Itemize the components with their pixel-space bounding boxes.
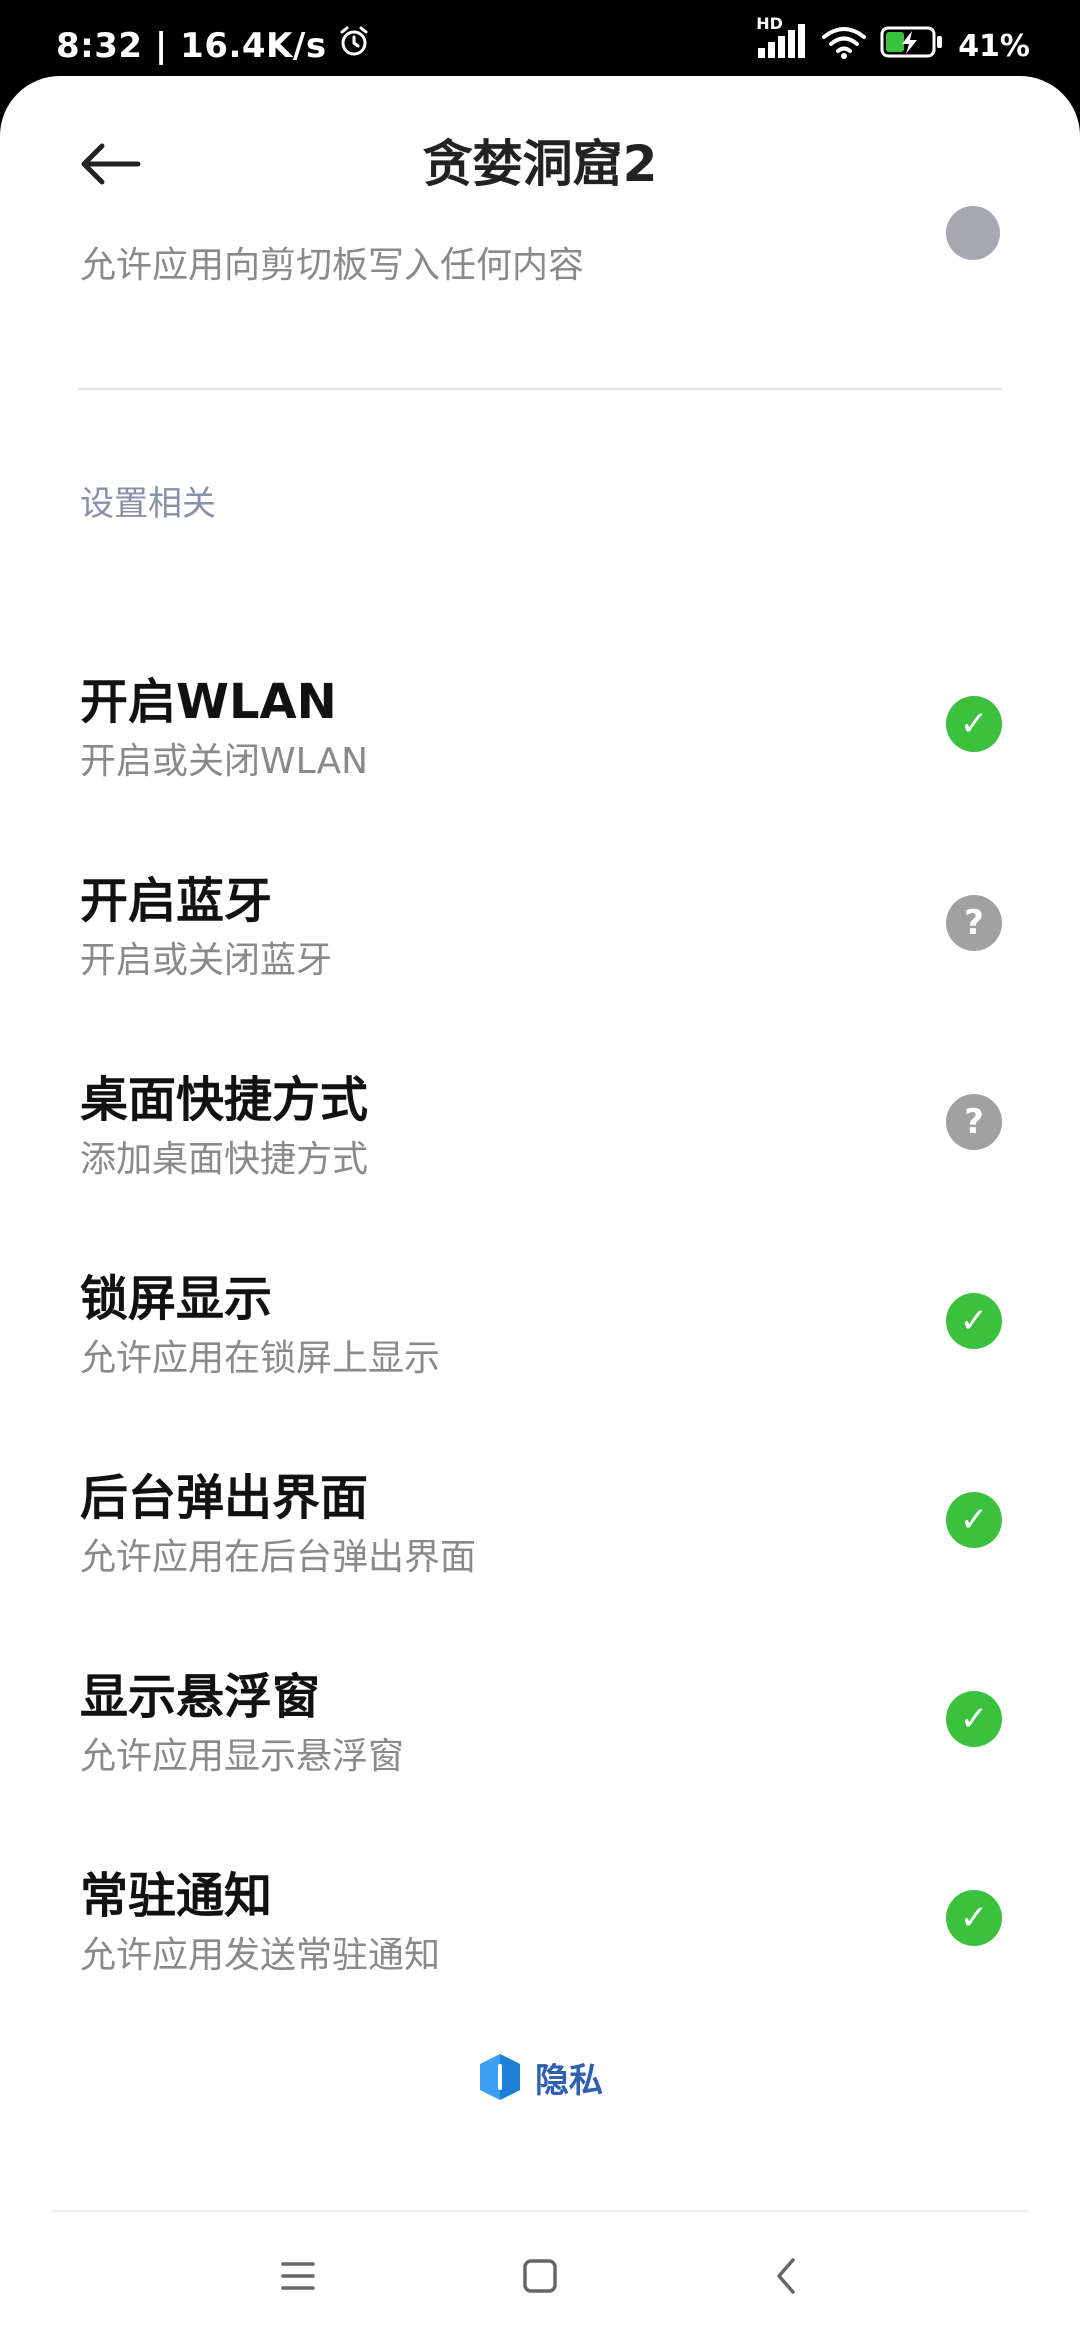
permission-item-shortcut[interactable]: 桌面快捷方式 添加桌面快捷方式 ? [0, 984, 1080, 1183]
check-circle-icon[interactable]: ✓ [946, 1492, 1002, 1548]
menu-icon [281, 2262, 315, 2290]
permission-subtitle: 允许应用发送常驻通知 [80, 1935, 441, 1976]
permission-title: 开启蓝牙 [80, 873, 273, 929]
partial-item-subtitle: 允许应用向剪切板写入任何内容 [80, 245, 585, 286]
privacy-brand: 隐私 [0, 2052, 1080, 2102]
nav-menu-button[interactable] [268, 2246, 328, 2306]
permission-subtitle: 允许应用在后台弹出界面 [80, 1537, 477, 1578]
navigation-bar [0, 2212, 1080, 2340]
page-title: 贪婪洞窟2 [422, 135, 658, 193]
status-icon-partial [946, 206, 1000, 260]
permission-title: 常驻通知 [80, 1868, 273, 1924]
battery-percent: 41% [958, 28, 1030, 64]
wifi-icon [822, 25, 867, 67]
home-square-icon [523, 2259, 557, 2293]
permission-title: 锁屏显示 [80, 1271, 273, 1327]
permission-title: 显示悬浮窗 [80, 1669, 321, 1725]
permission-title: 开启WLAN [80, 674, 337, 730]
permission-item-floating-window[interactable]: 显示悬浮窗 允许应用显示悬浮窗 ✓ [0, 1581, 1080, 1780]
permission-subtitle: 添加桌面快捷方式 [80, 1139, 369, 1180]
permission-title: 后台弹出界面 [80, 1470, 369, 1526]
partial-permission-item[interactable]: 允许应用向剪切板写入任何内容 [80, 206, 1000, 288]
status-left: 8:32 | 16.4K/s [56, 24, 371, 67]
permission-item-lockscreen[interactable]: 锁屏显示 允许应用在锁屏上显示 ✓ [0, 1183, 1080, 1382]
permission-subtitle: 允许应用显示悬浮窗 [80, 1736, 405, 1777]
app-sheet: 贪婪洞窟2 允许应用向剪切板写入任何内容 设置相关 开启WLAN 开启或关闭WL… [0, 76, 1080, 2340]
question-circle-icon[interactable]: ? [946, 1094, 1002, 1150]
battery-icon [880, 25, 944, 67]
permission-item-persistent-notification[interactable]: 常驻通知 允许应用发送常驻通知 ✓ [0, 1780, 1080, 1979]
check-circle-icon[interactable]: ✓ [946, 1293, 1002, 1349]
permission-subtitle: 开启或关闭WLAN [80, 741, 369, 782]
section-title: 设置相关 [80, 484, 216, 524]
network-label: HD [756, 14, 783, 33]
permission-subtitle: 允许应用在锁屏上显示 [80, 1338, 441, 1379]
alarm-icon [337, 24, 371, 67]
check-circle-icon[interactable]: ✓ [946, 1691, 1002, 1747]
permission-title: 桌面快捷方式 [80, 1072, 369, 1128]
status-right: HD 41% [756, 14, 1030, 68]
privacy-label: 隐私 [535, 2060, 603, 2101]
shield-icon [480, 2054, 520, 2100]
chevron-left-icon [777, 2258, 795, 2294]
permission-list: 开启WLAN 开启或关闭WLAN ✓ 开启蓝牙 开启或关闭蓝牙 ? 桌面快捷方式… [0, 586, 1080, 1979]
permission-item-background-popup[interactable]: 后台弹出界面 允许应用在后台弹出界面 ✓ [0, 1382, 1080, 1581]
question-circle-icon[interactable]: ? [946, 895, 1002, 951]
nav-back-button[interactable] [756, 2246, 816, 2306]
permission-subtitle: 开启或关闭蓝牙 [80, 940, 333, 981]
app-header: 贪婪洞窟2 [0, 76, 1080, 236]
check-circle-icon[interactable]: ✓ [946, 1890, 1002, 1946]
check-circle-icon[interactable]: ✓ [946, 696, 1002, 752]
nav-home-button[interactable] [510, 2246, 570, 2306]
permission-item-bluetooth[interactable]: 开启蓝牙 开启或关闭蓝牙 ? [0, 785, 1080, 984]
signal-icon: HD [756, 14, 808, 68]
section-divider [78, 388, 1002, 390]
permission-item-wlan[interactable]: 开启WLAN 开启或关闭WLAN ✓ [0, 586, 1080, 785]
status-time-speed: 8:32 | 16.4K/s [56, 25, 327, 66]
